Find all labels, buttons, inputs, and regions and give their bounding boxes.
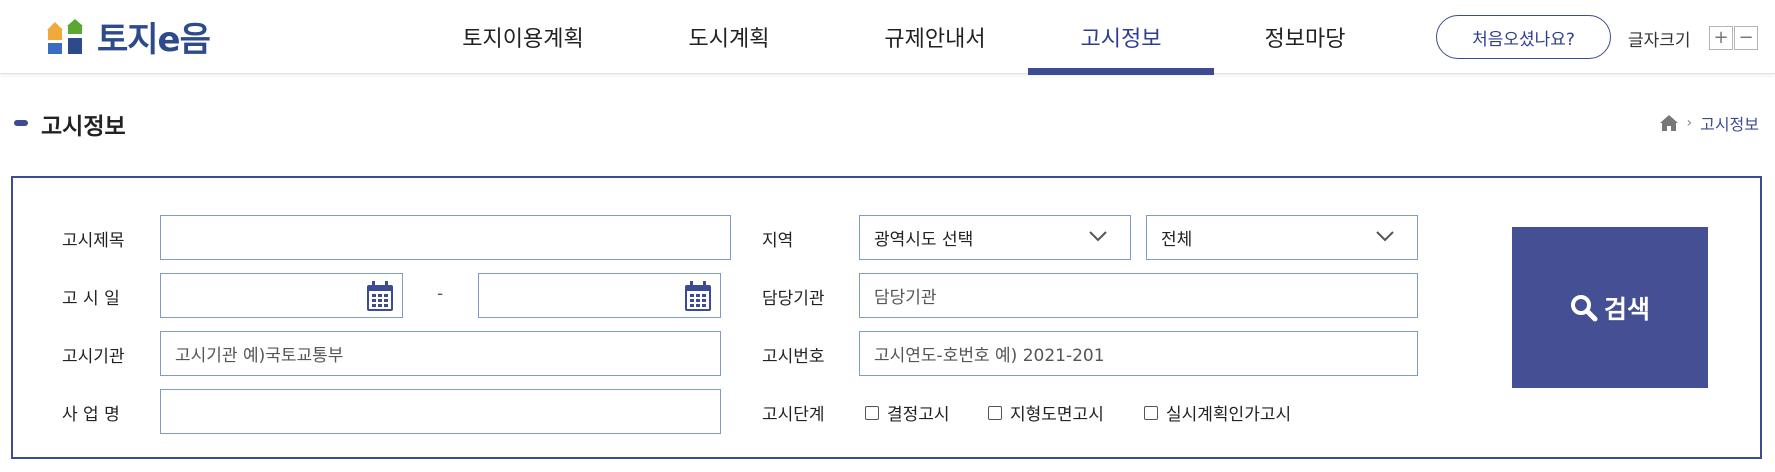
manager-agency-input[interactable]: 담당기관 — [859, 273, 1418, 318]
date-range-separator: - — [437, 284, 444, 304]
agency-label: 고시기관 — [62, 347, 125, 367]
search-button-label: 검색 — [1603, 294, 1650, 324]
stage-checkbox-topographic[interactable]: 지형도면고시 — [988, 400, 1104, 425]
project-name-label: 사 업 명 — [62, 405, 120, 425]
notice-title-input[interactable] — [160, 215, 731, 260]
region-city-value: 전체 — [1161, 230, 1193, 250]
site-header: 토지e음 토지이용계획 도시계획 규제안내서 고시정보 정보마당 처음오셨나요?… — [0, 0, 1775, 75]
project-name-input[interactable] — [160, 389, 721, 434]
date-to-input[interactable] — [478, 273, 721, 318]
first-visit-button[interactable]: 처음오셨나요? — [1436, 15, 1611, 59]
notice-number-input[interactable]: 고시연도-호번호 예) 2021-201 — [859, 331, 1418, 376]
notice-date-label: 고 시 일 — [62, 289, 120, 309]
chevron-down-icon — [1089, 231, 1107, 242]
nav-item-info-plaza[interactable]: 정보마당 — [1222, 0, 1388, 74]
breadcrumb-separator: › — [1686, 115, 1693, 131]
search-icon — [1570, 294, 1598, 321]
search-panel: 고시제목 고 시 일 - 고시기관 고시기관 예)국토교통부 사 업 명 지역 … — [11, 176, 1762, 459]
breadcrumb: › 고시정보 — [1659, 111, 1759, 135]
notice-number-label: 고시번호 — [762, 347, 825, 367]
logo-text: 토지e음 — [97, 19, 211, 60]
active-nav-indicator — [1028, 68, 1214, 75]
stage-checkbox-implementation[interactable]: 실시계획인가고시 — [1144, 400, 1291, 425]
nav-item-regulation-guide[interactable]: 규제안내서 — [852, 0, 1018, 74]
nav-item-notice-info[interactable]: 고시정보 — [1028, 0, 1214, 74]
nav-item-land-use-plan[interactable]: 토지이용계획 — [440, 0, 606, 74]
stage-label: 지형도면고시 — [1010, 405, 1104, 425]
stage-label: 결정고시 — [887, 405, 950, 425]
checkbox[interactable] — [865, 405, 879, 420]
title-marker — [14, 120, 28, 126]
calendar-icon[interactable] — [684, 280, 712, 312]
search-button[interactable]: 검색 — [1512, 227, 1708, 388]
logo-house-icon — [47, 19, 83, 54]
stage-checkbox-decision[interactable]: 결정고시 — [865, 400, 950, 425]
region-city-select[interactable]: 전체 — [1146, 215, 1418, 260]
date-from-input[interactable] — [160, 273, 403, 318]
site-logo[interactable]: 토지e음 — [45, 16, 211, 60]
font-size-label: 글자크기 — [1628, 31, 1691, 51]
font-decrease-button[interactable]: − — [1734, 26, 1758, 50]
notice-stage-label: 고시단계 — [762, 405, 825, 425]
chevron-down-icon — [1376, 231, 1394, 242]
font-increase-button[interactable]: + — [1709, 26, 1733, 50]
manager-agency-label: 담당기관 — [762, 289, 825, 309]
page-title: 고시정보 — [41, 114, 126, 140]
agency-input[interactable]: 고시기관 예)국토교통부 — [160, 331, 721, 376]
calendar-icon[interactable] — [366, 280, 394, 312]
region-label: 지역 — [762, 231, 794, 251]
checkbox[interactable] — [1144, 405, 1158, 420]
home-icon[interactable] — [1659, 114, 1679, 132]
stage-label: 실시계획인가고시 — [1166, 405, 1292, 425]
nav-item-urban-plan[interactable]: 도시계획 — [646, 0, 812, 74]
region-province-select[interactable]: 광역시도 선택 — [859, 215, 1131, 260]
breadcrumb-current[interactable]: 고시정보 — [1700, 111, 1759, 135]
checkbox[interactable] — [988, 405, 1002, 420]
notice-title-label: 고시제목 — [62, 231, 125, 251]
region-province-value: 광역시도 선택 — [874, 230, 974, 250]
